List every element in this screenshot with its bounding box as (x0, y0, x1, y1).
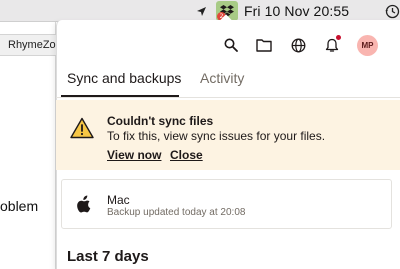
location-arrow-icon[interactable] (193, 3, 209, 19)
bell-icon[interactable] (322, 35, 342, 55)
background-tab-bar: RhymeZone (0, 34, 68, 56)
folder-icon[interactable] (254, 35, 274, 55)
menu-bar-clock[interactable]: Fri 10 Nov 20:55 (244, 3, 349, 19)
background-app-window: RhymeZone oblem (0, 22, 68, 269)
notification-dot (336, 35, 341, 40)
tabs-divider (56, 97, 400, 98)
globe-icon[interactable] (288, 35, 308, 55)
time-machine-icon[interactable] (384, 3, 400, 19)
background-body-text: oblem (0, 198, 39, 214)
close-link[interactable]: Close (170, 148, 203, 162)
device-name: Mac (107, 193, 130, 207)
tab-sync-and-backups[interactable]: Sync and backups (67, 70, 181, 86)
avatar[interactable]: MP (357, 35, 378, 56)
warning-description: To fix this, view sync issues for your f… (107, 129, 326, 143)
menu-bar: 2 Fri 10 Nov 20:55 (0, 0, 400, 22)
tab-activity[interactable]: Activity (200, 70, 244, 86)
section-title-last-7-days: Last 7 days (67, 248, 149, 265)
apple-icon (76, 195, 92, 213)
search-icon[interactable] (221, 35, 241, 55)
warning-icon (70, 117, 94, 139)
warning-title: Couldn't sync files (107, 114, 214, 128)
view-now-link[interactable]: View now (107, 148, 161, 162)
backup-status: Backup updated today at 20:08 (107, 207, 246, 218)
